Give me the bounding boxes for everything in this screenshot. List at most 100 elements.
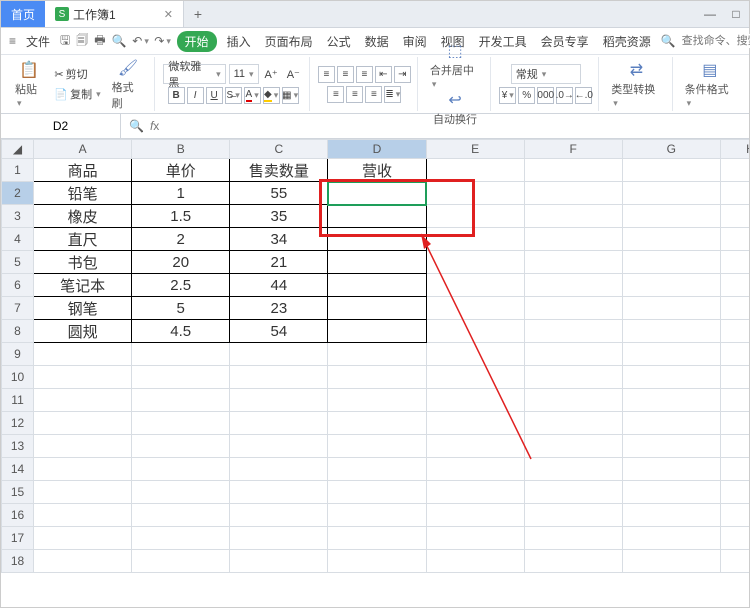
select-all-corner[interactable]: ◢ (2, 140, 34, 159)
row-header-3[interactable]: 3 (2, 205, 34, 228)
row-header-12[interactable]: 12 (2, 412, 34, 435)
cell-F7[interactable] (524, 297, 622, 320)
tab-resources[interactable]: 稻壳资源 (599, 33, 655, 50)
cell-C9[interactable] (230, 343, 328, 366)
row-header-11[interactable]: 11 (2, 389, 34, 412)
cell-B11[interactable] (132, 389, 230, 412)
row-header-16[interactable]: 16 (2, 504, 34, 527)
workbook-tab[interactable]: S 工作簿1 ✕ (45, 1, 184, 27)
row-header-18[interactable]: 18 (2, 550, 34, 573)
row-header-4[interactable]: 4 (2, 228, 34, 251)
cell-D18[interactable] (328, 550, 426, 573)
cell-E17[interactable] (426, 527, 524, 550)
cell-A1[interactable]: 商品 (34, 159, 132, 182)
cell-G10[interactable] (622, 366, 720, 389)
maximize-button[interactable]: □ (723, 1, 749, 27)
cell-E13[interactable] (426, 435, 524, 458)
cell-A4[interactable]: 直尺 (34, 228, 132, 251)
cell-B2[interactable]: 1 (132, 182, 230, 205)
cell-H15[interactable] (720, 481, 749, 504)
format-painter-button[interactable]: 🖌 格式刷 (108, 58, 149, 111)
align-middle-button[interactable]: ≡ (337, 66, 354, 83)
cell-B9[interactable] (132, 343, 230, 366)
cell-G17[interactable] (622, 527, 720, 550)
cell-D9[interactable] (328, 343, 426, 366)
cell-E5[interactable] (426, 251, 524, 274)
cell-B12[interactable] (132, 412, 230, 435)
align-left-button[interactable]: ≡ (327, 86, 344, 103)
bold-button[interactable]: B (168, 87, 185, 104)
cell-E1[interactable] (426, 159, 524, 182)
cell-C8[interactable]: 54 (230, 320, 328, 343)
row-header-8[interactable]: 8 (2, 320, 34, 343)
cell-B18[interactable] (132, 550, 230, 573)
cell-G14[interactable] (622, 458, 720, 481)
cell-H11[interactable] (720, 389, 749, 412)
tab-insert[interactable]: 插入 (223, 33, 255, 50)
cell-D3[interactable] (328, 205, 426, 228)
cell-H3[interactable] (720, 205, 749, 228)
decimal-dec-button[interactable]: ←.0 (575, 87, 592, 104)
cell-E9[interactable] (426, 343, 524, 366)
merge-center-button[interactable]: ⬚ 合并居中 (426, 41, 484, 90)
cell-F9[interactable] (524, 343, 622, 366)
cell-G13[interactable] (622, 435, 720, 458)
cell-D10[interactable] (328, 366, 426, 389)
undo-button[interactable]: ↶ (133, 33, 149, 49)
col-header-D[interactable]: D (328, 140, 426, 159)
cell-F13[interactable] (524, 435, 622, 458)
row-header-2[interactable]: 2 (2, 182, 34, 205)
cell-C3[interactable]: 35 (230, 205, 328, 228)
cell-F2[interactable] (524, 182, 622, 205)
cell-A8[interactable]: 圆规 (34, 320, 132, 343)
cell-A11[interactable] (34, 389, 132, 412)
file-menu[interactable]: 文件 (22, 33, 54, 50)
cell-A18[interactable] (34, 550, 132, 573)
cell-F5[interactable] (524, 251, 622, 274)
name-box-input[interactable] (7, 118, 114, 134)
cell-H6[interactable] (720, 274, 749, 297)
font-selector[interactable]: 微软雅黑 (163, 64, 225, 84)
cell-G4[interactable] (622, 228, 720, 251)
cell-B10[interactable] (132, 366, 230, 389)
border-button[interactable]: ▦ (282, 87, 299, 104)
align-bottom-button[interactable]: ≡ (356, 66, 373, 83)
cell-E2[interactable] (426, 182, 524, 205)
cell-H2[interactable] (720, 182, 749, 205)
row-header-14[interactable]: 14 (2, 458, 34, 481)
cell-D4[interactable] (328, 228, 426, 251)
row-header-10[interactable]: 10 (2, 366, 34, 389)
cell-G11[interactable] (622, 389, 720, 412)
cell-C4[interactable]: 34 (230, 228, 328, 251)
cell-D5[interactable] (328, 251, 426, 274)
cell-G1[interactable] (622, 159, 720, 182)
col-header-H[interactable]: H (720, 140, 749, 159)
tab-member[interactable]: 会员专享 (537, 33, 593, 50)
cell-G2[interactable] (622, 182, 720, 205)
search-input[interactable] (680, 34, 750, 48)
italic-button[interactable]: I (187, 87, 204, 104)
cell-A2[interactable]: 铅笔 (34, 182, 132, 205)
cell-D1[interactable]: 营收 (328, 159, 426, 182)
cell-F12[interactable] (524, 412, 622, 435)
cell-A12[interactable] (34, 412, 132, 435)
row-header-1[interactable]: 1 (2, 159, 34, 182)
cell-C1[interactable]: 售卖数量 (230, 159, 328, 182)
cell-E12[interactable] (426, 412, 524, 435)
cell-E16[interactable] (426, 504, 524, 527)
cell-F3[interactable] (524, 205, 622, 228)
cell-B5[interactable]: 20 (132, 251, 230, 274)
cell-A16[interactable] (34, 504, 132, 527)
cell-F14[interactable] (524, 458, 622, 481)
cell-G15[interactable] (622, 481, 720, 504)
cell-H8[interactable] (720, 320, 749, 343)
cell-C13[interactable] (230, 435, 328, 458)
font-color-button[interactable]: A (244, 87, 261, 104)
home-tab[interactable]: 首页 (1, 1, 45, 27)
cell-C10[interactable] (230, 366, 328, 389)
cell-D13[interactable] (328, 435, 426, 458)
close-tab-icon[interactable]: ✕ (164, 8, 173, 21)
cell-A3[interactable]: 橡皮 (34, 205, 132, 228)
align-right-button[interactable]: ≡ (365, 86, 382, 103)
menu-icon[interactable]: ≡ (9, 33, 16, 49)
